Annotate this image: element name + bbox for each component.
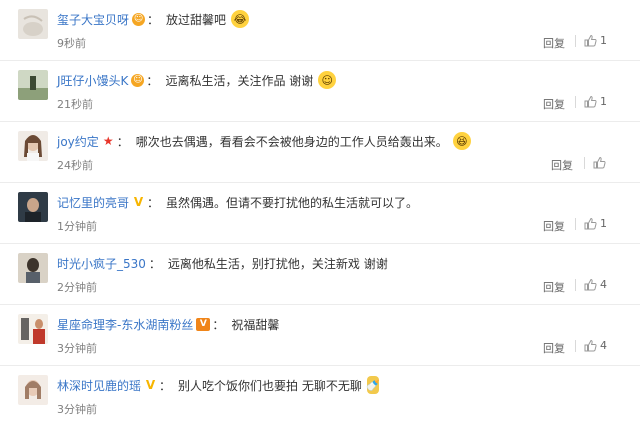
thumbs-up-icon xyxy=(584,278,597,291)
like-button[interactable]: 1 xyxy=(584,95,607,108)
username-link[interactable]: 玺子大宝贝呀 xyxy=(57,11,129,28)
comment-item: 林深时见鹿的瑶 V ： 别人吃个饭你们也要拍 无聊不无聊 🍼 3分钟前 xyxy=(0,366,640,427)
thumbs-up-icon xyxy=(584,34,597,47)
reply-button[interactable]: 回复 xyxy=(543,340,565,356)
like-count: 1 xyxy=(600,217,607,230)
comment-text: 哪次也去偶遇，看看会不会被他身边的工作人员给轰出来。 xyxy=(135,134,448,149)
username-link[interactable]: J旺仔小馒头K xyxy=(57,72,128,89)
timestamp: 9秒前 xyxy=(57,37,86,50)
thumbs-up-icon xyxy=(593,156,606,169)
avatar[interactable] xyxy=(18,192,48,222)
like-button[interactable]: 1 xyxy=(584,34,607,47)
like-count: 1 xyxy=(600,95,607,108)
timestamp: 3分钟前 xyxy=(57,342,97,355)
timestamp: 21秒前 xyxy=(57,98,93,111)
thumbs-up-icon xyxy=(584,217,597,230)
like-count: 1 xyxy=(600,34,607,47)
timestamp: 3分钟前 xyxy=(57,403,97,416)
smile-badge-icon: ☺ xyxy=(131,73,145,87)
divider xyxy=(575,96,576,108)
smile-emoji-icon: ☺ xyxy=(318,71,337,89)
divider xyxy=(584,157,585,169)
verified-v-icon: V xyxy=(145,378,156,392)
reply-button[interactable]: 回复 xyxy=(543,96,565,112)
comment-item: 玺子大宝贝呀 ☺ ： 放过甜馨吧 😂 9秒前 回复 1 xyxy=(0,0,640,61)
username-link[interactable]: 林深时见鹿的瑶 xyxy=(57,377,141,394)
avatar[interactable] xyxy=(18,375,48,405)
bottle-emoji-icon: 🍼 xyxy=(366,376,380,394)
avatar[interactable] xyxy=(18,314,48,344)
divider xyxy=(575,35,576,47)
reply-button[interactable]: 回复 xyxy=(551,157,573,173)
timestamp: 24秒前 xyxy=(57,159,93,172)
smile-badge-icon: ☺ xyxy=(132,12,146,26)
like-button[interactable]: 4 xyxy=(584,278,607,291)
vip-badge-icon: V xyxy=(196,317,211,331)
comment-item: 记忆里的亮哥 V ： 虽然偶遇。但请不要打扰他的私生活就可以了。 1分钟前 回复… xyxy=(0,183,640,244)
divider xyxy=(575,279,576,291)
laugh-tears-emoji-icon: 😂 xyxy=(231,10,250,28)
username-link[interactable]: 时光小疯子_530 xyxy=(57,255,146,272)
comment-item: joy约定 ★ ： 哪次也去偶遇，看看会不会被他身边的工作人员给轰出来。 😆 2… xyxy=(0,122,640,183)
reply-button[interactable]: 回复 xyxy=(543,35,565,51)
divider xyxy=(575,340,576,352)
comment-text: 远离私生活，关注作品 谢谢 xyxy=(165,73,314,88)
comment-text: 祝福甜馨 xyxy=(231,317,280,332)
divider xyxy=(575,218,576,230)
thumbs-up-icon xyxy=(584,339,597,352)
username-link[interactable]: joy约定 xyxy=(57,133,99,150)
laugh-emoji-icon: 😆 xyxy=(452,132,471,150)
like-button[interactable] xyxy=(593,156,609,169)
like-button[interactable]: 1 xyxy=(584,217,607,230)
reply-button[interactable]: 回复 xyxy=(543,279,565,295)
timestamp: 2分钟前 xyxy=(57,281,97,294)
comment-text: 别人吃个饭你们也要拍 无聊不无聊 xyxy=(178,378,362,393)
username-link[interactable]: 记忆里的亮哥 xyxy=(57,194,129,211)
like-count: 4 xyxy=(600,278,607,291)
reply-button[interactable]: 回复 xyxy=(543,218,565,234)
avatar[interactable] xyxy=(18,131,48,161)
comment-text: 虽然偶遇。但请不要打扰他的私生活就可以了。 xyxy=(166,195,419,210)
username-link[interactable]: 星座命理李-东水湖南粉丝 xyxy=(57,316,193,333)
thumbs-up-icon xyxy=(584,95,597,108)
comment-text: 远离他私生活，别打扰他，关注新戏 谢谢 xyxy=(167,256,388,271)
verified-v-icon: V xyxy=(133,195,144,209)
like-count: 4 xyxy=(600,339,607,352)
avatar[interactable] xyxy=(18,253,48,283)
avatar[interactable] xyxy=(18,9,48,39)
comment-item: 时光小疯子_530 ： 远离他私生活，别打扰他，关注新戏 谢谢 2分钟前 回复 … xyxy=(0,244,640,305)
like-button[interactable]: 4 xyxy=(584,339,607,352)
comment-text: 放过甜馨吧 xyxy=(166,12,227,27)
comment-item: 星座命理李-东水湖南粉丝 V ： 祝福甜馨 3分钟前 回复 4 xyxy=(0,305,640,366)
avatar[interactable] xyxy=(18,70,48,100)
comment-item: J旺仔小馒头K ☺ ： 远离私生活，关注作品 谢谢 ☺ 21秒前 回复 1 xyxy=(0,61,640,122)
timestamp: 1分钟前 xyxy=(57,220,97,233)
star-badge-icon: ★ xyxy=(102,134,114,148)
